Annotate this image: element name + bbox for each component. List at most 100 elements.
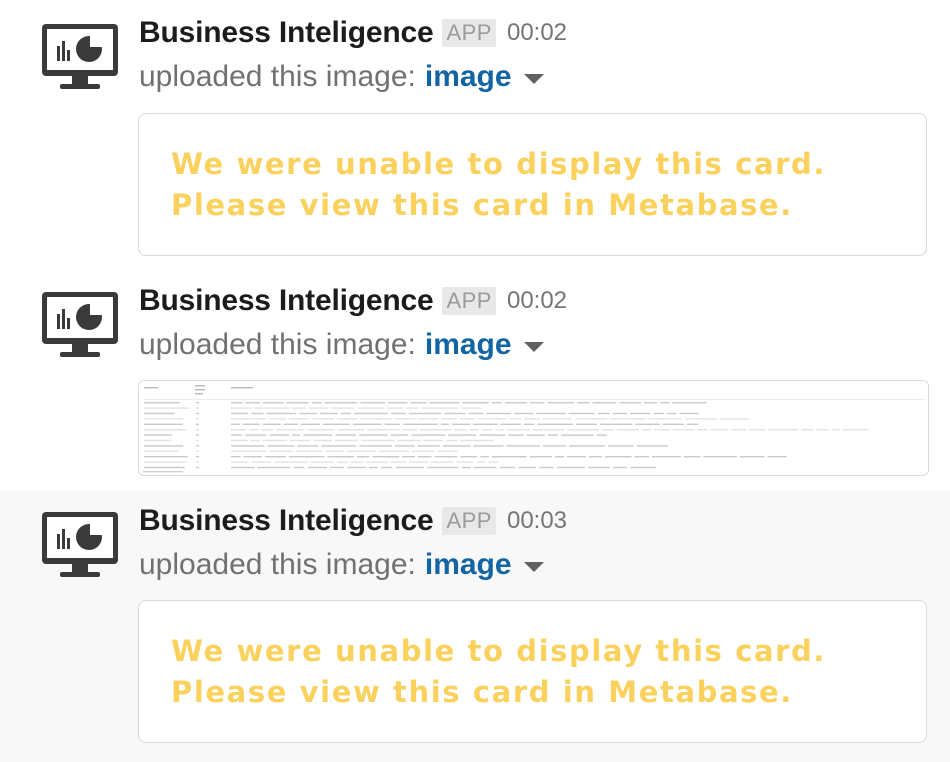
chevron-down-icon[interactable] <box>523 342 544 352</box>
thumbnail-text-line <box>418 456 432 458</box>
thumbnail-text-line <box>357 407 385 409</box>
thumbnail-text-line <box>293 466 305 469</box>
thumbnail-text-line <box>426 466 459 469</box>
thumbnail-text-line <box>500 423 521 425</box>
thumbnail-text-line <box>423 439 444 442</box>
message-header: Business Inteligence APP 00:02 <box>139 16 567 50</box>
sender-name[interactable]: Business Inteligence <box>139 284 434 318</box>
image-link[interactable]: image <box>425 548 512 582</box>
thumbnail-text-line <box>588 456 603 458</box>
thumbnail-text-line <box>144 445 184 447</box>
thumbnail-text-line <box>683 456 701 458</box>
thumbnail-text-line <box>321 445 357 447</box>
thumbnail-text-line <box>335 439 359 442</box>
thumbnail-text-line <box>340 412 352 415</box>
chevron-down-icon[interactable] <box>523 562 544 572</box>
thumbnail-text-line <box>402 429 418 431</box>
avatar[interactable] <box>40 290 120 360</box>
thumbnail-text-line <box>460 418 475 420</box>
thumbnail-text-line <box>461 466 471 469</box>
thumbnail-text-line <box>697 429 708 431</box>
thumbnail-text-line <box>231 445 265 447</box>
image-link[interactable]: image <box>425 328 512 362</box>
image-card[interactable]: We were unable to display this card. Ple… <box>138 600 927 743</box>
thumbnail-text-line <box>532 429 565 431</box>
thumbnail-text-line <box>514 412 534 415</box>
thumbnail-text-line <box>251 412 264 415</box>
thumbnail-text-line <box>312 418 334 420</box>
thumbnail-text-line <box>402 456 416 458</box>
timestamp[interactable]: 00:03 <box>507 507 567 535</box>
thumbnail-text-line <box>577 402 590 404</box>
thumbnail-text-line <box>231 466 255 469</box>
thumbnail-text-line <box>454 429 467 431</box>
sender-name[interactable]: Business Inteligence <box>139 16 434 50</box>
thumbnail-text-line <box>144 407 190 409</box>
monitor-chart-icon <box>42 292 118 357</box>
thumbnail-text-line <box>542 418 573 420</box>
message-body: uploaded this image: image <box>139 328 544 362</box>
thumbnail-text-line <box>337 461 348 463</box>
thumbnail-text-line <box>477 418 507 420</box>
thumbnail-text-line <box>506 429 530 431</box>
thumbnail-text-line <box>406 407 420 409</box>
thumbnail-text-line <box>367 429 400 431</box>
thumbnail-text-line <box>144 418 184 420</box>
thumbnail-text-line <box>231 412 249 415</box>
thumbnail-text-line <box>329 466 345 469</box>
action-text: uploaded this image: <box>139 60 416 93</box>
thumbnail-text-line <box>391 412 406 415</box>
image-link[interactable]: image <box>425 60 512 94</box>
thumbnail-text-line <box>536 412 566 415</box>
thumbnail-text-line <box>556 466 586 469</box>
thumbnail-text-line <box>596 434 607 436</box>
thumbnail-text-line <box>720 418 750 420</box>
thumbnail-text-line <box>311 402 322 404</box>
thumbnail-text-line <box>144 466 185 469</box>
thumbnail-text-line <box>395 445 415 447</box>
thumbnail-text-line <box>264 456 286 458</box>
timestamp[interactable]: 00:02 <box>507 287 567 315</box>
thumbnail-text-line <box>482 429 493 431</box>
thumbnail-text-line <box>303 434 333 436</box>
thumbnail-text-line <box>352 423 382 425</box>
message-body: uploaded this image: image <box>139 548 544 582</box>
thumbnail-text-line <box>468 412 484 415</box>
image-card[interactable]: We were unable to display this card. Ple… <box>138 113 927 256</box>
thumbnail-text-line <box>547 434 558 436</box>
thumbnail-text-line <box>359 434 388 436</box>
thumbnail-text-line <box>245 402 261 404</box>
thumbnail-text-line <box>659 402 670 404</box>
thumbnail-text-line <box>308 407 329 409</box>
thumbnail-text-line <box>196 456 199 458</box>
thumbnail-text-line <box>325 450 344 452</box>
avatar[interactable] <box>40 510 120 580</box>
thumbnail-text-line <box>619 402 641 404</box>
thumbnail-text-line <box>403 423 438 425</box>
thumbnail-text-line <box>394 418 416 420</box>
thumbnail-text-line <box>710 429 729 431</box>
thumbnail-text-line <box>567 456 586 458</box>
app-badge: APP <box>442 287 496 315</box>
avatar[interactable] <box>40 22 120 92</box>
thumbnail-text-line <box>408 461 429 463</box>
timestamp[interactable]: 00:02 <box>507 19 567 47</box>
chevron-down-icon[interactable] <box>523 74 544 84</box>
thumbnail-text-line <box>634 456 650 458</box>
thumbnail-text-line <box>411 434 446 436</box>
thumbnail-text-line <box>243 456 262 458</box>
thumbnail-text-line <box>460 439 494 442</box>
thumbnail-text-line <box>231 402 243 404</box>
card-error-line: Please view this card in Metabase. <box>171 675 793 709</box>
thumbnail-text-line <box>629 412 651 415</box>
action-text: uploaded this image: <box>139 328 416 361</box>
thumbnail-text-line <box>499 466 516 469</box>
sender-name[interactable]: Business Inteligence <box>139 504 434 538</box>
thumbnail-text-line <box>231 418 266 420</box>
table-image-thumbnail[interactable] <box>138 380 929 476</box>
thumbnail-text-line <box>452 423 471 425</box>
thumbnail-text-line <box>231 439 248 442</box>
thumbnail-text-line <box>251 461 272 463</box>
thumbnail-text-line <box>231 456 241 458</box>
thumbnail-text-line <box>283 423 298 425</box>
